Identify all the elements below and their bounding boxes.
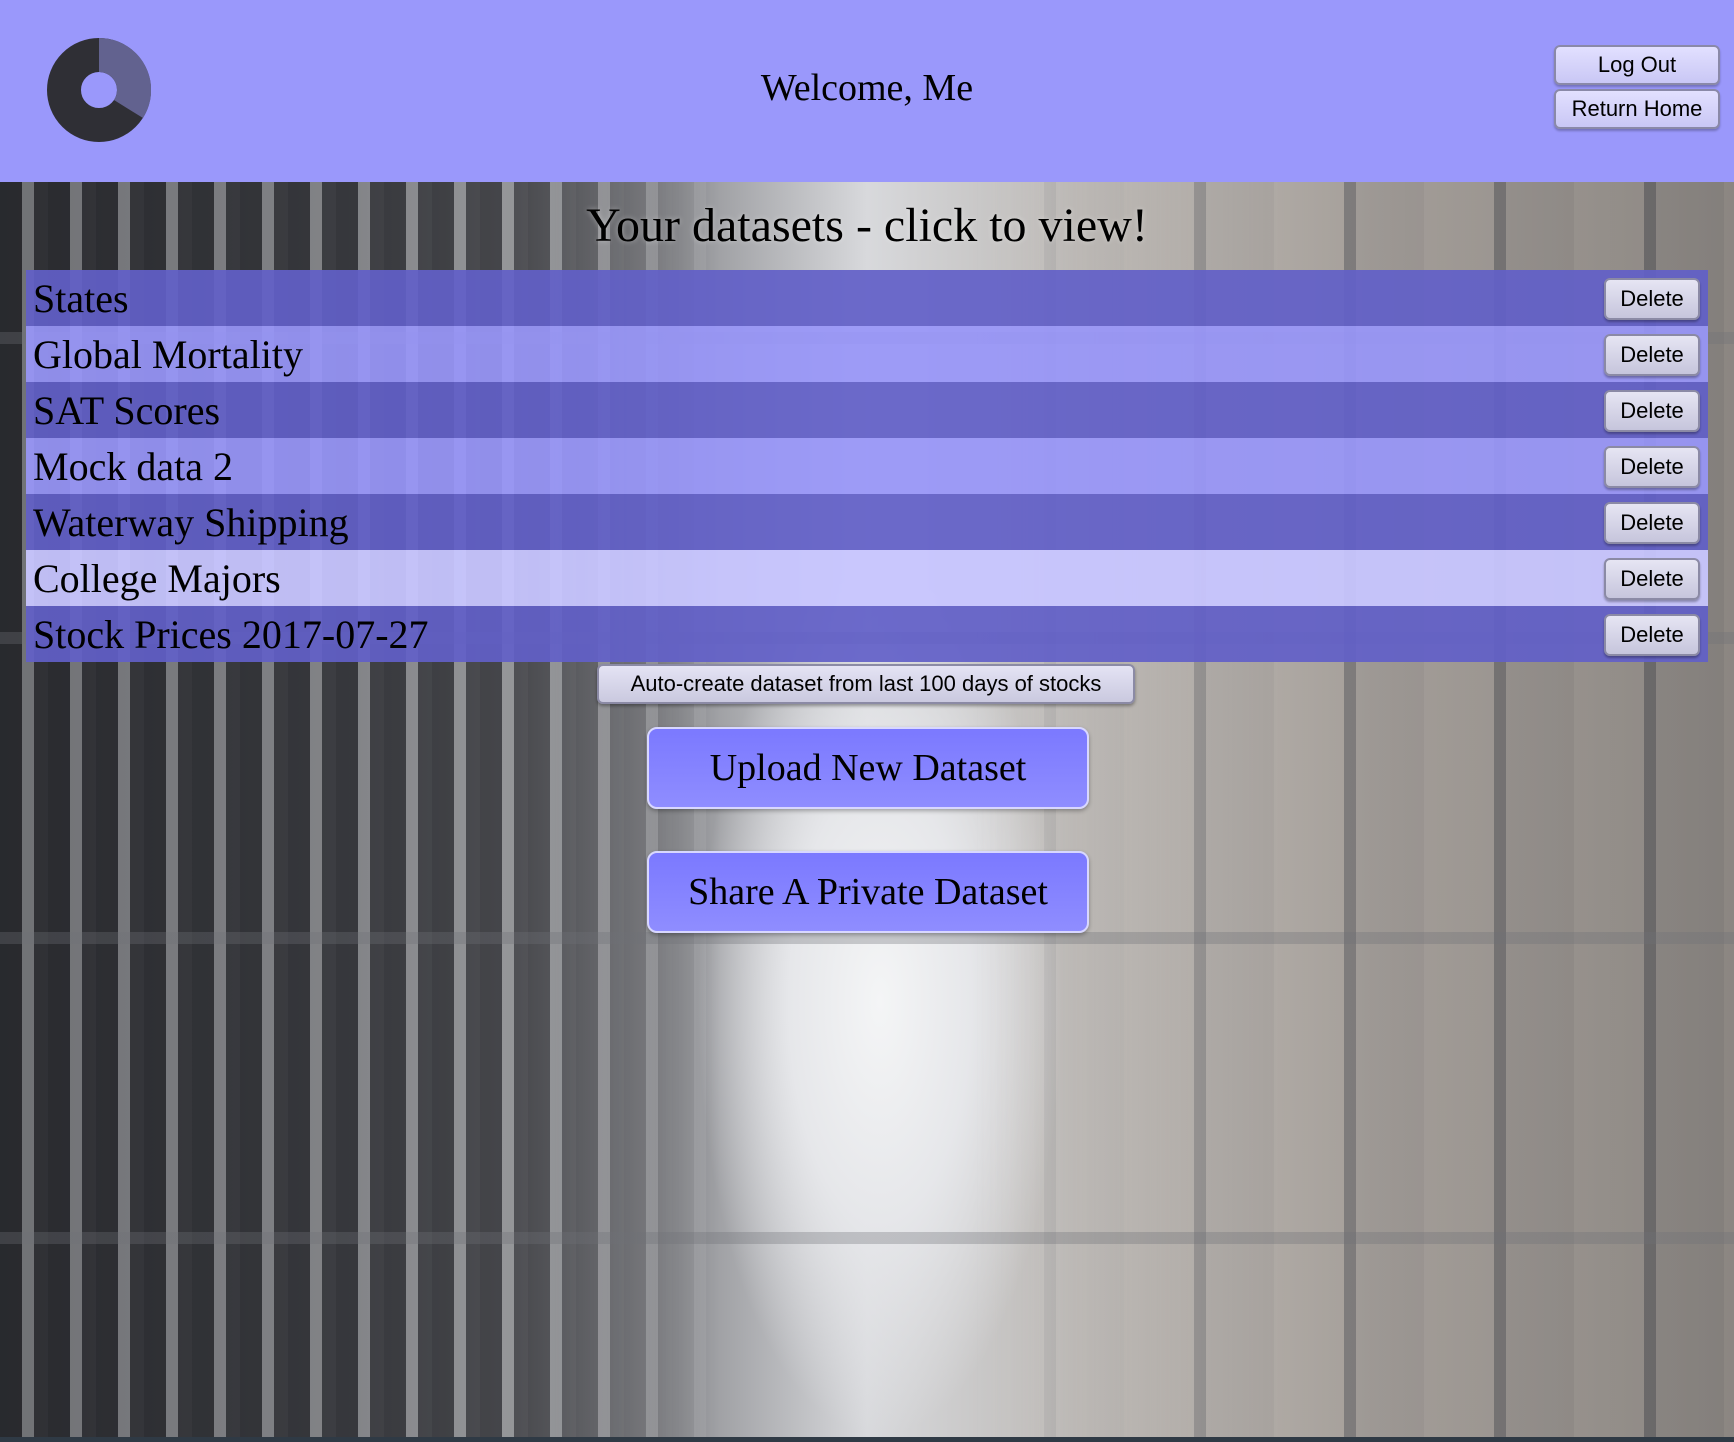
delete-button[interactable]: Delete (1604, 446, 1700, 488)
share-private-dataset-button[interactable]: Share A Private Dataset (647, 851, 1089, 933)
dataset-row-sat-scores[interactable]: SAT Scores Delete (26, 382, 1708, 438)
app-header: Welcome, Me Log Out Return Home (0, 0, 1734, 182)
bottom-edge (0, 1437, 1734, 1442)
dataset-row-states[interactable]: States Delete (26, 270, 1708, 326)
delete-button[interactable]: Delete (1604, 278, 1700, 320)
upload-dataset-button[interactable]: Upload New Dataset (647, 727, 1089, 809)
auto-create-dataset-button[interactable]: Auto-create dataset from last 100 days o… (597, 664, 1135, 704)
dataset-row-global-mortality[interactable]: Global Mortality Delete (26, 326, 1708, 382)
delete-button[interactable]: Delete (1604, 390, 1700, 432)
dataset-row-stock-prices[interactable]: Stock Prices 2017-07-27 Delete (26, 606, 1708, 662)
return-home-button[interactable]: Return Home (1554, 89, 1720, 129)
dataset-name: College Majors (33, 555, 281, 601)
dataset-row-college-majors[interactable]: College Majors Delete (26, 550, 1708, 606)
dataset-row-waterway-shipping[interactable]: Waterway Shipping Delete (26, 494, 1708, 550)
dataset-row-mock-data-2[interactable]: Mock data 2 Delete (26, 438, 1708, 494)
dataset-name: Global Mortality (33, 331, 303, 377)
page-title: Your datasets - click to view! (586, 199, 1148, 252)
dataset-name: Stock Prices 2017-07-27 (33, 611, 429, 657)
dataset-name: Waterway Shipping (33, 499, 349, 545)
delete-button[interactable]: Delete (1604, 334, 1700, 376)
dataset-list: States Delete Global Mortality Delete SA… (26, 270, 1708, 662)
welcome-message: Welcome, Me (760, 67, 974, 109)
dataset-name: SAT Scores (33, 387, 221, 433)
dataset-name: States (33, 275, 129, 321)
delete-button[interactable]: Delete (1604, 502, 1700, 544)
delete-button[interactable]: Delete (1604, 614, 1700, 656)
dataset-name: Mock data 2 (33, 443, 233, 489)
logout-button[interactable]: Log Out (1554, 45, 1720, 85)
delete-button[interactable]: Delete (1604, 558, 1700, 600)
